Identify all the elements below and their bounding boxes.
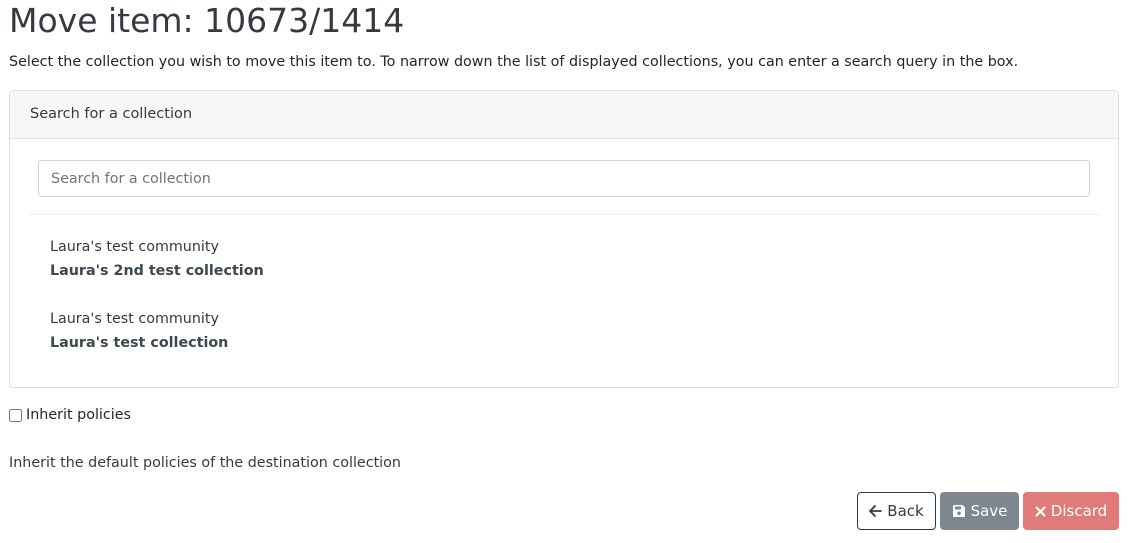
inherit-policies-checkbox[interactable] bbox=[9, 408, 22, 422]
back-label: Back bbox=[887, 502, 924, 520]
page-title: Move item: 10673/1414 bbox=[9, 1, 405, 40]
search-input[interactable] bbox=[38, 160, 1090, 197]
collection-result-1[interactable]: Laura's test community Laura's 2nd test … bbox=[50, 235, 450, 283]
result-collection: Laura's 2nd test collection bbox=[50, 263, 264, 279]
save-label: Save bbox=[970, 502, 1008, 520]
result-community: Laura's test community bbox=[50, 239, 219, 255]
back-button[interactable]: Back bbox=[857, 492, 936, 530]
result-collection: Laura's test collection bbox=[50, 335, 229, 351]
page-intro: Select the collection you wish to move t… bbox=[9, 54, 1019, 70]
divider bbox=[30, 214, 1099, 215]
arrow-left-icon bbox=[869, 505, 883, 517]
inherit-policies-label: Inherit policies bbox=[26, 407, 131, 423]
collection-result-2[interactable]: Laura's test community Laura's test coll… bbox=[50, 307, 450, 355]
save-icon bbox=[952, 504, 966, 518]
result-community: Laura's test community bbox=[50, 311, 219, 327]
inherit-policies-row[interactable]: Inherit policies bbox=[9, 405, 131, 425]
card-header: Search for a collection bbox=[10, 91, 1118, 139]
discard-label: Discard bbox=[1050, 502, 1108, 520]
save-button[interactable]: Save bbox=[940, 492, 1019, 530]
inherit-policies-help: Inherit the default policies of the dest… bbox=[9, 455, 401, 471]
collection-search-card: Search for a collection Laura's test com… bbox=[9, 90, 1119, 388]
discard-button[interactable]: Discard bbox=[1023, 492, 1119, 530]
close-icon bbox=[1035, 505, 1046, 517]
